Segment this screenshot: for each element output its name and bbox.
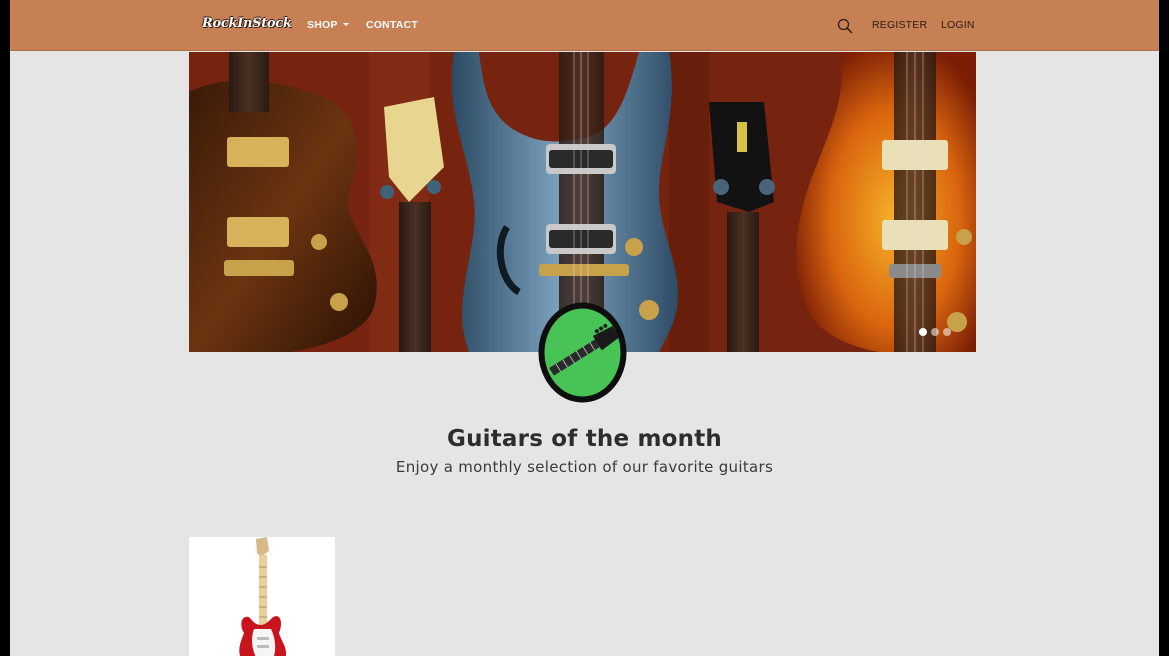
section-title: Guitars of the month	[447, 426, 722, 452]
register-link[interactable]: REGISTER	[872, 19, 927, 31]
carousel-indicators	[919, 328, 951, 338]
nav-contact-link[interactable]: CONTACT	[366, 19, 418, 31]
chevron-down-icon	[342, 23, 349, 26]
carousel-indicator-1[interactable]	[919, 328, 927, 336]
carousel-indicator-3[interactable]	[943, 328, 951, 336]
product-image-electric-guitar	[189, 537, 335, 656]
page: RockInStock SHOP CONTACT REGISTER LOGIN	[10, 0, 1159, 656]
search-icon	[837, 18, 853, 34]
search-button[interactable]	[837, 18, 853, 34]
section-subtitle: Enjoy a monthly selection of our favorit…	[395, 458, 774, 476]
product-card[interactable]	[189, 537, 335, 656]
guitar-badge-icon	[538, 302, 627, 403]
nav-shop-dropdown[interactable]: SHOP	[307, 19, 349, 31]
nav-shop-label: SHOP	[307, 19, 338, 31]
brand-logo[interactable]: RockInStock	[202, 16, 292, 31]
carousel-indicator-2[interactable]	[931, 328, 939, 336]
navbar: RockInStock SHOP CONTACT REGISTER LOGIN	[10, 0, 1159, 51]
login-link[interactable]: LOGIN	[941, 19, 975, 31]
